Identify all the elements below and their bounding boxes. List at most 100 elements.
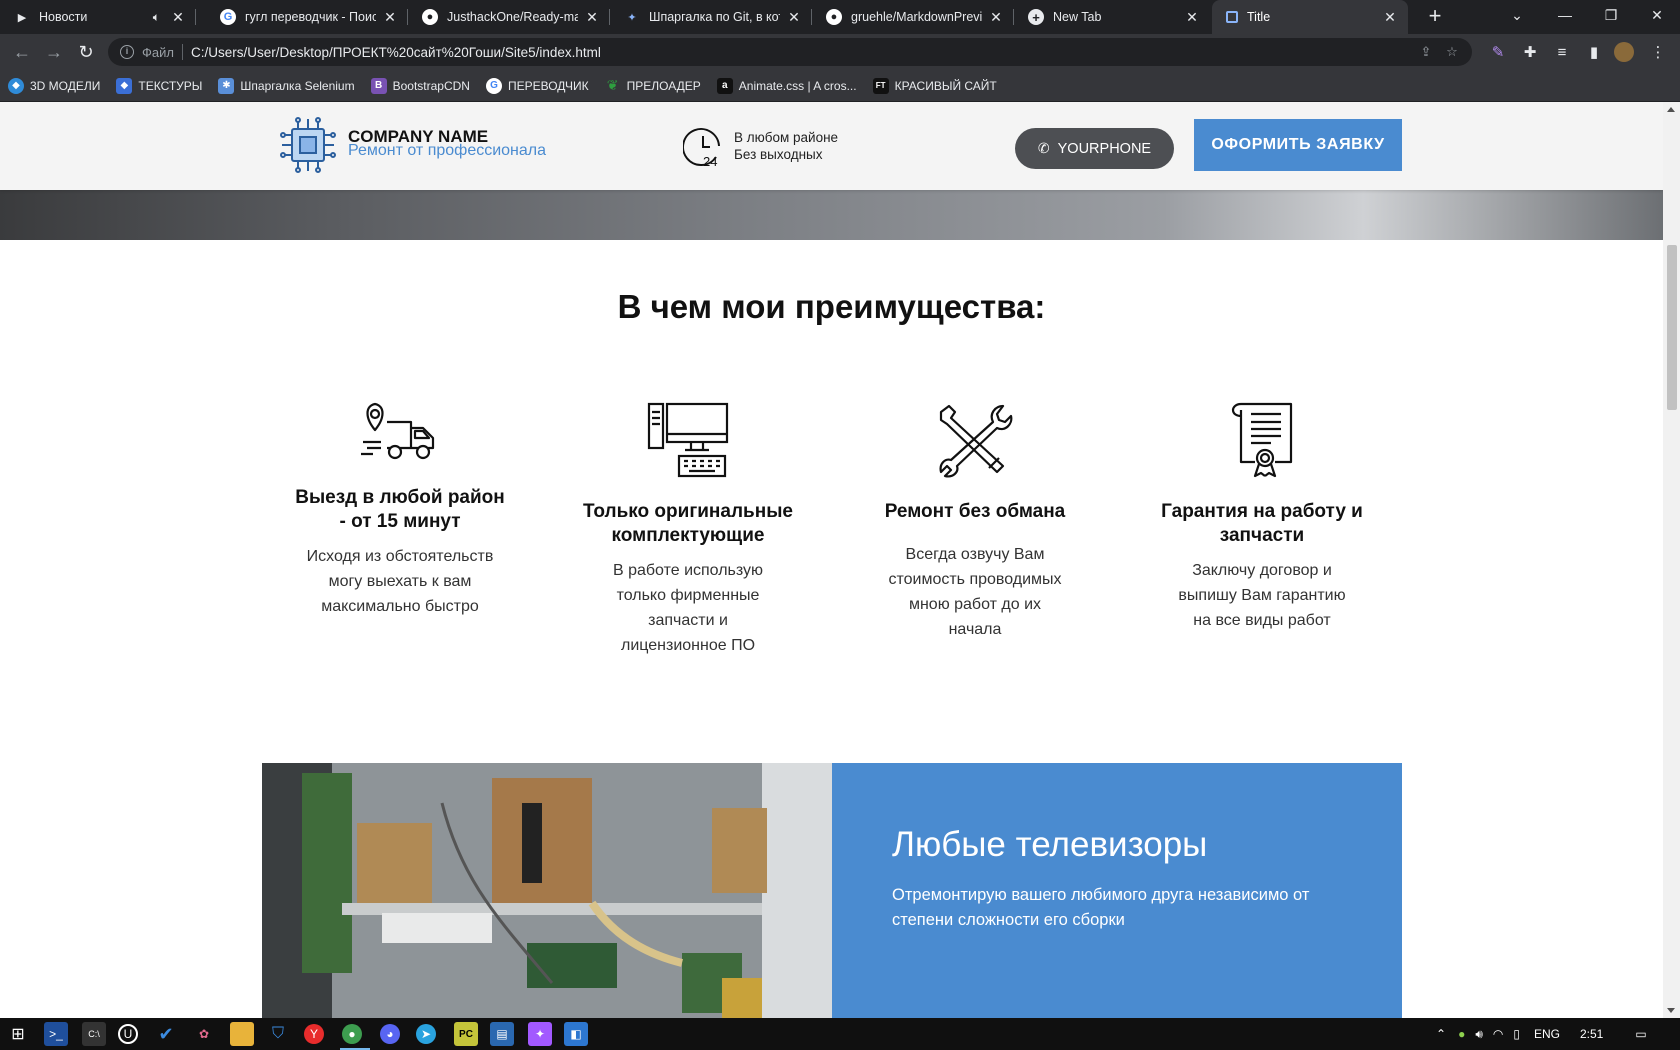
scroll-up-icon [1667, 107, 1675, 112]
new-tab-button[interactable]: + [1423, 5, 1447, 29]
hero-image-strip [0, 190, 1663, 240]
share-icon[interactable]: ⇪ [1418, 44, 1434, 60]
close-tab-icon[interactable]: ✕ [1184, 9, 1200, 25]
browser-tab-active[interactable]: Title ✕ [1212, 0, 1408, 34]
profile-avatar[interactable] [1614, 42, 1634, 62]
bookmark-label: ПРЕЛОАДЕР [626, 78, 701, 93]
reload-icon[interactable]: ↻ [74, 40, 98, 64]
info-icon[interactable]: i [120, 45, 134, 59]
bookmark-label: КРАСИВЫЙ САЙТ [894, 78, 997, 93]
address-url[interactable]: C:/Users/User/Desktop/ПРОЕКТ%20сайт%20Го… [191, 45, 601, 60]
page-scrollbar[interactable] [1663, 102, 1680, 1018]
chevron-up-icon[interactable]: ⌃ [1436, 1027, 1446, 1041]
tv-description: Отремонтирую вашего любимого друга незав… [892, 886, 1310, 929]
yandex-icon[interactable]: Y [304, 1024, 324, 1044]
clock-24-icon: 24 [683, 128, 720, 168]
discord-icon[interactable]: ◕ [380, 1024, 400, 1044]
tab-title: Шпаргалка по Git, в кото [649, 10, 780, 24]
feature-description: В работе использую только фирменные запчас… [612, 562, 764, 654]
speaker-icon[interactable]: 🔈︎ [153, 10, 160, 25]
media-control-icon[interactable]: ≡ [1552, 42, 1572, 62]
folder-icon[interactable] [230, 1022, 254, 1046]
language-indicator[interactable]: ENG [1534, 1027, 1560, 1041]
bookmark-item[interactable]: ◆ ТЕКСТУРЫ [116, 77, 203, 94]
browser-tab[interactable]: G гугл переводчик - Поиск ✕ [206, 0, 408, 34]
window-close-button[interactable]: ✕ [1634, 0, 1680, 30]
browser-tab[interactable]: ● gruehle/MarkdownPrevie ✕ [812, 0, 1014, 34]
notifications-icon[interactable]: ▭ [1635, 1027, 1646, 1041]
todo-icon[interactable]: ✔ [154, 1022, 178, 1046]
browser-tab[interactable]: + New Tab ✕ [1014, 0, 1210, 34]
feature-card: Ремонт без обмана Всегда озвучу Вам стоим… [850, 402, 1100, 642]
browser-toolbar: ← → ↻ i Файл C:/Users/User/Desktop/ПРОЕК… [0, 34, 1680, 70]
shield-status-icon[interactable]: ● [1458, 1027, 1465, 1041]
selenium-icon: ✱ [218, 77, 235, 94]
feature-card: Гарантия на работу и запчасти Заключу дог… [1137, 402, 1387, 633]
browser-tab[interactable]: ▶ Новости 🔈︎ ✕ [0, 0, 196, 34]
feature-title: Гарантия на работу и запчасти [1161, 501, 1363, 546]
minimize-button[interactable]: — [1542, 0, 1588, 30]
bookmark-item[interactable]: FT КРАСИВЫЙ САЙТ [872, 77, 997, 94]
computer-icon [647, 402, 729, 478]
bookmark-item[interactable]: ✱ Шпаргалка Selenium [218, 77, 355, 94]
powershell-icon[interactable]: >_ [44, 1022, 68, 1046]
bookmark-item[interactable]: ◆ 3D МОДЕЛИ [8, 77, 100, 94]
bookmark-star-icon[interactable]: ☆ [1444, 44, 1460, 60]
tab-title: Новости [39, 10, 88, 24]
chrome-icon[interactable]: ● [342, 1024, 362, 1044]
scroll-thumb[interactable] [1667, 245, 1677, 410]
close-tab-icon[interactable]: ✕ [1382, 9, 1398, 25]
phone-button[interactable]: ✆ YOURPHONE [1015, 128, 1174, 169]
volume-icon[interactable]: 🔊︎ [1475, 1027, 1483, 1042]
forward-icon[interactable]: → [42, 40, 66, 64]
address-scheme: Файл [142, 44, 174, 60]
extensions-puzzle-icon[interactable]: ✚ [1520, 42, 1540, 62]
bookmark-item[interactable]: a Animate.css | A cros... [716, 77, 857, 94]
bookmark-label: BootstrapCDN [392, 78, 470, 93]
close-tab-icon[interactable]: ✕ [170, 9, 186, 25]
paint-icon[interactable]: ✿ [192, 1022, 216, 1046]
unreal-icon[interactable]: U [118, 1024, 138, 1044]
bookmark-item[interactable]: B BootstrapCDN [370, 77, 470, 94]
tv-title: Любые телевизоры [892, 825, 1208, 864]
menu-kebab-icon[interactable]: ⋮ [1648, 42, 1668, 62]
back-icon[interactable]: ← [10, 40, 34, 64]
cmd-icon[interactable]: C:\ [82, 1022, 106, 1046]
bookmark-item[interactable]: ❦ ПРЕЛОАДЕР [605, 77, 701, 94]
windows-taskbar: ⊞ >_ C:\ U ✔ ✿ ⛉ Y ● ◕ ➤ PC ▤ ✦ ◧ ⌃ ● 🔊︎… [0, 1018, 1680, 1050]
figma-icon[interactable]: ✦ [528, 1022, 552, 1046]
wifi-icon[interactable]: ◠ [1493, 1027, 1503, 1041]
windows-start-icon[interactable]: ⊞ [6, 1022, 30, 1046]
chrome-icon: + [1028, 9, 1044, 25]
browser-tab[interactable]: ● JusthackOne/Ready-made ✕ [408, 0, 610, 34]
chip-logo-icon [280, 117, 336, 173]
bookmark-label: ТЕКСТУРЫ [138, 78, 203, 93]
address-bar[interactable]: i Файл C:/Users/User/Desktop/ПРОЕКТ%20са… [108, 38, 1472, 66]
close-tab-icon[interactable]: ✕ [382, 9, 398, 25]
battery-icon[interactable]: ▯ [1513, 1027, 1520, 1041]
defender-icon[interactable]: ⛉ [266, 1022, 290, 1046]
side-panel-icon[interactable]: ▮ [1584, 42, 1604, 62]
pycharm-icon[interactable]: PC [454, 1022, 478, 1046]
telegram-icon[interactable]: ➤ [416, 1024, 436, 1044]
extension-feather-icon[interactable]: ✎ [1488, 42, 1508, 62]
vscode-icon[interactable]: ◧ [564, 1022, 588, 1046]
close-tab-icon[interactable]: ✕ [584, 9, 600, 25]
bookmark-item[interactable]: G ПЕРЕВОДЧИК [485, 77, 589, 94]
hours-line-1: В любом районе [734, 130, 839, 145]
clock-time[interactable]: 2:51 [1580, 1027, 1603, 1041]
tab-search-button[interactable]: ⌄ [1494, 0, 1540, 30]
settings-icon[interactable]: ▤ [490, 1022, 514, 1046]
bookmark-label: Animate.css | A cros... [738, 78, 857, 93]
close-tab-icon[interactable]: ✕ [786, 9, 802, 25]
bookmark-label: ПЕРЕВОДЧИК [507, 78, 589, 93]
order-button[interactable]: ОФОРМИТЬ ЗАЯВКУ [1194, 119, 1402, 171]
bookmark-label: Шпаргалка Selenium [240, 78, 355, 93]
hours-line-2: Без выходных [734, 147, 823, 162]
browser-tab[interactable]: ✦ Шпаргалка по Git, в кото ✕ [610, 0, 812, 34]
github-icon: ● [422, 9, 438, 25]
restore-button[interactable]: ❐ [1588, 0, 1634, 30]
page-icon [1226, 11, 1238, 23]
tab-title: gruehle/MarkdownPrevie [851, 10, 982, 24]
close-tab-icon[interactable]: ✕ [988, 9, 1004, 25]
